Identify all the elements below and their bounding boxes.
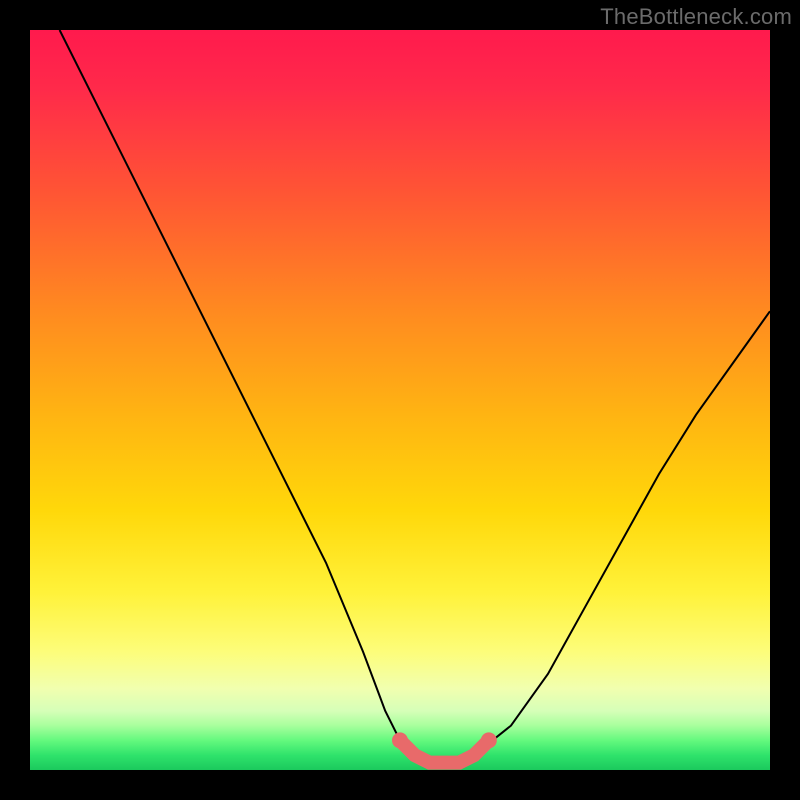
watermark-text: TheBottleneck.com	[600, 4, 792, 30]
bottleneck-curve	[60, 30, 770, 763]
highlight-band	[400, 740, 489, 762]
highlight-endpoint-left	[392, 732, 408, 748]
highlight-endpoint-right	[481, 732, 497, 748]
chart-frame: TheBottleneck.com	[0, 0, 800, 800]
curve-layer	[30, 30, 770, 770]
plot-area	[30, 30, 770, 770]
